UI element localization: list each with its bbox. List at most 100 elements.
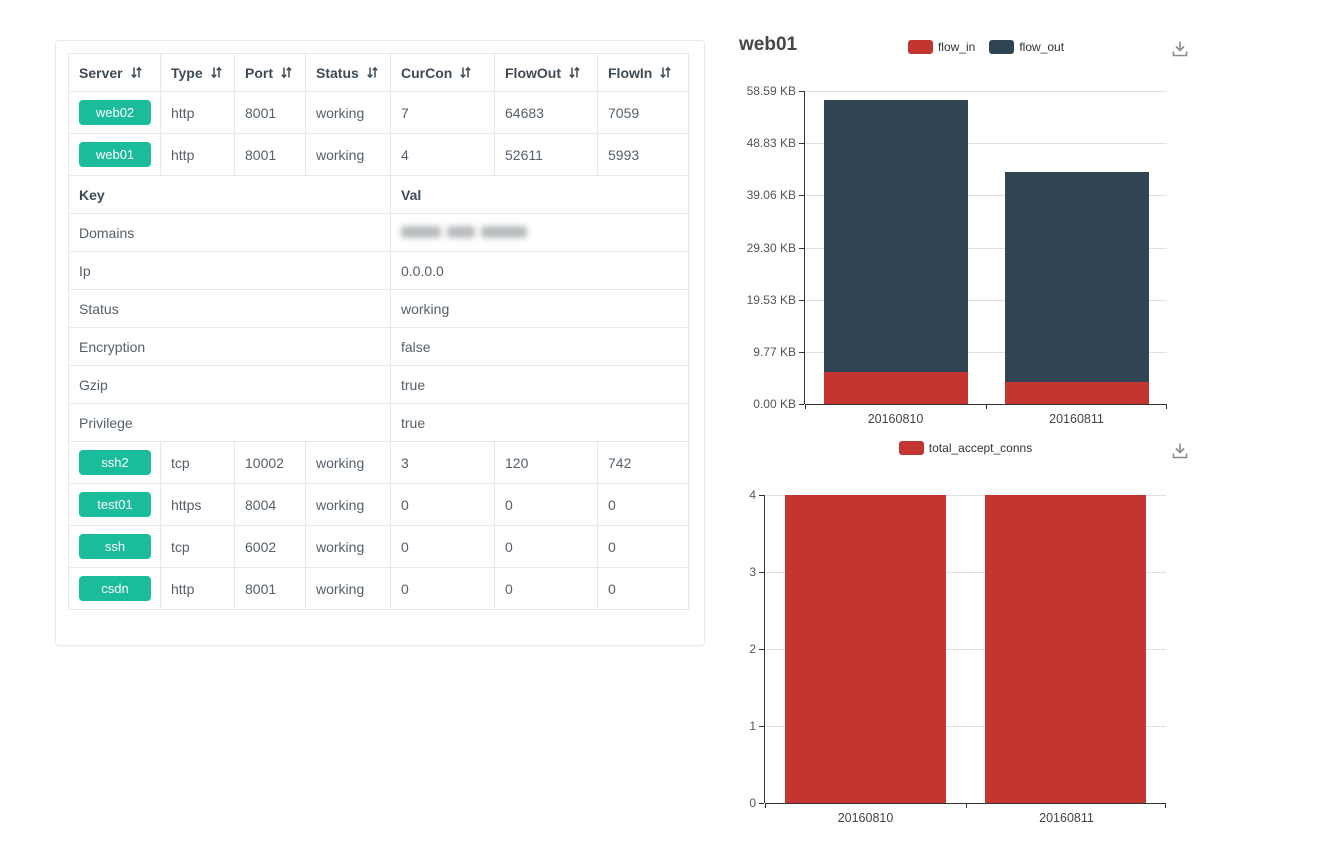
kv-header-key: Key bbox=[69, 176, 391, 214]
cell-flowout: 0 bbox=[495, 568, 598, 610]
cell-flowin: 7059 bbox=[598, 92, 689, 134]
column-label: Type bbox=[171, 65, 203, 81]
server-row-web01: web01http8001working4526115993 bbox=[69, 134, 689, 176]
column-label: FlowIn bbox=[608, 65, 652, 81]
server-row-csdn: csdnhttp8001working000 bbox=[69, 568, 689, 610]
kv-key: Status bbox=[69, 290, 391, 328]
cell-flowout: 0 bbox=[495, 484, 598, 526]
x-tick-label: 20160810 bbox=[765, 811, 966, 825]
sort-up-down-icon bbox=[459, 66, 472, 79]
cell-port: 8004 bbox=[235, 484, 306, 526]
kv-header-row: KeyVal bbox=[69, 176, 689, 214]
cell-port: 8001 bbox=[235, 134, 306, 176]
table-header-row: Server Type Port Status CurConFlowOut FlowIn bbox=[69, 54, 689, 92]
server-cell: web01 bbox=[69, 134, 161, 176]
download-icon[interactable] bbox=[1169, 440, 1191, 462]
column-header-curcon[interactable]: CurCon bbox=[391, 54, 495, 92]
kv-row-privilege: Privilegetrue bbox=[69, 404, 689, 442]
y-tick-label: 58.59 KB bbox=[712, 84, 796, 98]
y-tick-label: 2 bbox=[672, 642, 756, 656]
column-header-type[interactable]: Type bbox=[161, 54, 235, 92]
kv-key: Gzip bbox=[69, 366, 391, 404]
y-tick-label: 1 bbox=[672, 719, 756, 733]
flow-in-swatch bbox=[908, 40, 933, 54]
x-axis-tick bbox=[966, 803, 967, 808]
kv-key: Privilege bbox=[69, 404, 391, 442]
cell-flowout: 52611 bbox=[495, 134, 598, 176]
kv-key: Encryption bbox=[69, 328, 391, 366]
y-tick-label: 48.83 KB bbox=[712, 136, 796, 150]
server-badge[interactable]: web01 bbox=[79, 142, 151, 167]
cell-type: tcp bbox=[161, 526, 235, 568]
flow-out-swatch bbox=[989, 40, 1014, 54]
y-tick-label: 4 bbox=[672, 488, 756, 502]
column-label: Port bbox=[245, 65, 273, 81]
kv-row-status: Statusworking bbox=[69, 290, 689, 328]
cell-type: https bbox=[161, 484, 235, 526]
column-header-flowout[interactable]: FlowOut bbox=[495, 54, 598, 92]
server-badge[interactable]: ssh2 bbox=[79, 450, 151, 475]
y-tick-label: 29.30 KB bbox=[712, 241, 796, 255]
kv-row-gzip: Gziptrue bbox=[69, 366, 689, 404]
column-header-server[interactable]: Server bbox=[69, 54, 161, 92]
cell-port: 6002 bbox=[235, 526, 306, 568]
legend-label-flow-out: flow_out bbox=[1019, 40, 1064, 54]
servers-table: ServerTypePortStatusCurConFlowOutFlowIn … bbox=[68, 53, 689, 610]
server-badge[interactable]: test01 bbox=[79, 492, 151, 517]
server-cell: csdn bbox=[69, 568, 161, 610]
x-tick-label: 20160811 bbox=[986, 412, 1167, 426]
y-tick-label: 0.00 KB bbox=[712, 397, 796, 411]
y-tick-label: 0 bbox=[672, 796, 756, 810]
server-row-ssh2: ssh2tcp10002working3120742 bbox=[69, 442, 689, 484]
server-row-ssh: sshtcp6002working000 bbox=[69, 526, 689, 568]
x-tick-label: 20160810 bbox=[805, 412, 986, 426]
bar-flow_in-20160811 bbox=[1005, 382, 1149, 404]
dashboard-page: ServerTypePortStatusCurConFlowOutFlowIn … bbox=[0, 0, 1339, 860]
column-label: Status bbox=[316, 65, 359, 81]
sort-up-down-icon bbox=[366, 66, 379, 79]
server-row-test01: test01https8004working000 bbox=[69, 484, 689, 526]
legend-item-flow-out[interactable]: flow_out bbox=[989, 40, 1064, 54]
download-icon[interactable] bbox=[1169, 38, 1191, 60]
cell-type: http bbox=[161, 134, 235, 176]
legend-label-flow-in: flow_in bbox=[938, 40, 975, 54]
y-axis-tick bbox=[799, 404, 804, 405]
conns-chart-plot: 432102016081020160811 bbox=[765, 495, 1166, 803]
server-badge[interactable]: ssh bbox=[79, 534, 151, 559]
bar-total_accept_conns-20160811 bbox=[985, 495, 1146, 803]
legend-item-flow-in[interactable]: flow_in bbox=[908, 40, 975, 54]
kv-key: Ip bbox=[69, 252, 391, 290]
cell-curcon: 3 bbox=[391, 442, 495, 484]
column-header-status[interactable]: Status bbox=[306, 54, 391, 92]
server-cell: ssh bbox=[69, 526, 161, 568]
cell-curcon: 7 bbox=[391, 92, 495, 134]
total-accept-conns-swatch bbox=[899, 441, 924, 455]
cell-status: working bbox=[306, 568, 391, 610]
sort-up-down-icon bbox=[568, 66, 581, 79]
bar-flow_out-20160810 bbox=[824, 100, 968, 372]
y-axis-line bbox=[804, 91, 805, 404]
cell-flowin: 5993 bbox=[598, 134, 689, 176]
legend-item-total-accept-conns[interactable]: total_accept_conns bbox=[899, 441, 1032, 455]
cell-flowout: 0 bbox=[495, 526, 598, 568]
cell-port: 8001 bbox=[235, 568, 306, 610]
column-header-flowin[interactable]: FlowIn bbox=[598, 54, 689, 92]
kv-val: 0.0.0.0 bbox=[391, 252, 689, 290]
domains-value-redacted bbox=[401, 226, 527, 238]
cell-status: working bbox=[306, 92, 391, 134]
server-badge[interactable]: csdn bbox=[79, 576, 151, 601]
x-axis-tick bbox=[765, 803, 766, 808]
grid-line bbox=[805, 91, 1167, 92]
y-tick-label: 19.53 KB bbox=[712, 293, 796, 307]
kv-row-domains: Domains bbox=[69, 214, 689, 252]
cell-flowin: 742 bbox=[598, 442, 689, 484]
bar-flow_in-20160810 bbox=[824, 372, 968, 404]
kv-header-val: Val bbox=[391, 176, 689, 214]
chart1-legend: flow_in flow_out bbox=[805, 39, 1167, 55]
server-badge[interactable]: web02 bbox=[79, 100, 151, 125]
kv-row-ip: Ip0.0.0.0 bbox=[69, 252, 689, 290]
sort-up-down-icon bbox=[210, 66, 223, 79]
column-header-port[interactable]: Port bbox=[235, 54, 306, 92]
cell-curcon: 0 bbox=[391, 484, 495, 526]
cell-status: working bbox=[306, 526, 391, 568]
